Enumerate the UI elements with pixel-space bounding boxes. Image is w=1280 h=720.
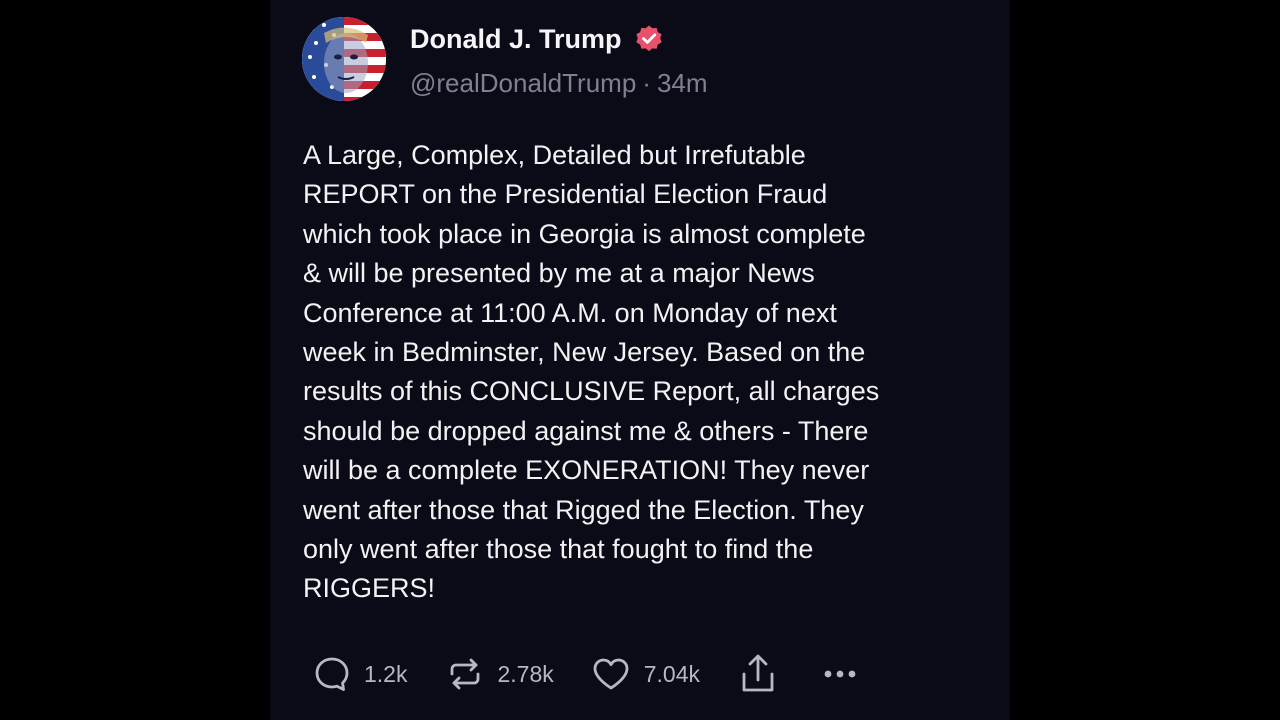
- meta-separator: ·: [642, 68, 651, 98]
- post-timestamp[interactable]: 34m: [657, 68, 708, 98]
- reply-count: 1.2k: [364, 660, 408, 687]
- repost-count: 2.78k: [497, 660, 554, 687]
- post-card: Donald J. Trump @realDonaldTrump · 34m A L…: [270, 0, 1010, 720]
- avatar[interactable]: [302, 17, 386, 101]
- author-display-name[interactable]: Donald J. Trump: [410, 24, 622, 55]
- page: Donald J. Trump @realDonaldTrump · 34m A L…: [0, 0, 1280, 720]
- author-meta: @realDonaldTrump · 34m: [410, 66, 708, 100]
- speech-bubble-icon: [312, 654, 352, 694]
- more-options-button[interactable]: [820, 664, 860, 684]
- like-count: 7.04k: [643, 660, 701, 687]
- repost-button[interactable]: 2.78k: [445, 654, 554, 694]
- repost-arrows-icon: [445, 654, 485, 694]
- verified-badge-icon: [634, 24, 664, 54]
- author-name-row: Donald J. Trump: [410, 20, 664, 58]
- share-button[interactable]: [738, 652, 778, 696]
- post-text: A Large, Complex, Detailed but Irrefutab…: [303, 140, 880, 604]
- share-upload-icon: [738, 652, 778, 696]
- like-button[interactable]: 7.04k: [590, 654, 700, 694]
- avatar-image: [302, 17, 386, 101]
- reply-button[interactable]: 1.2k: [312, 654, 407, 694]
- heart-icon: [590, 654, 632, 694]
- post-action-bar: 1.2k 2.78k 7.04k: [312, 650, 860, 698]
- more-dots-icon: [820, 664, 860, 684]
- author-handle[interactable]: @realDonaldTrump: [410, 68, 636, 98]
